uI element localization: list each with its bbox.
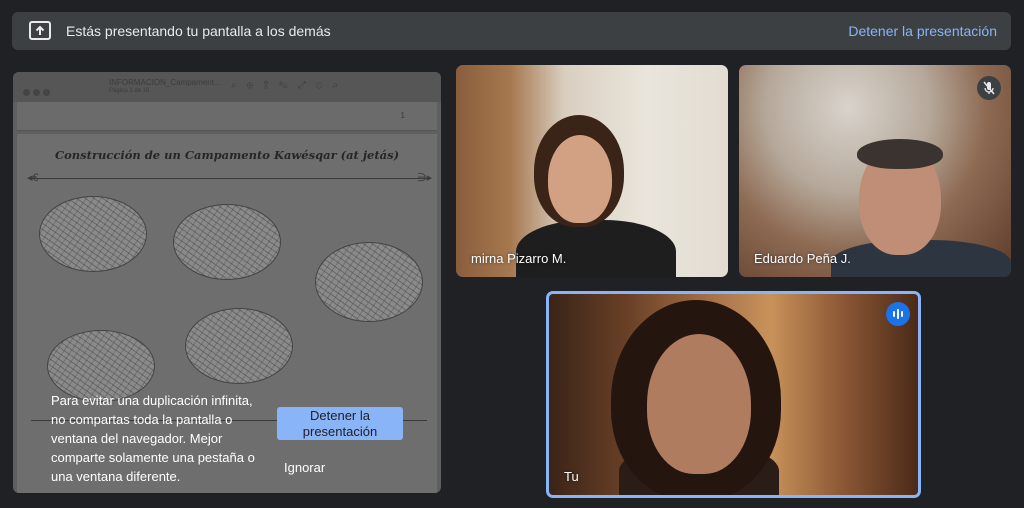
participant-video xyxy=(548,135,612,223)
ignore-button[interactable]: Ignorar xyxy=(284,460,325,475)
sketch-illustration xyxy=(39,196,147,272)
mic-off-icon xyxy=(977,76,1001,100)
page-number: 1 xyxy=(400,111,405,120)
document-title: Construcción de un Campamento Kawésqar (… xyxy=(54,148,400,162)
window-controls xyxy=(23,83,53,101)
participant-video xyxy=(647,334,751,474)
ornament-right-icon: ∋▸ xyxy=(417,172,433,184)
speaking-indicator-icon xyxy=(886,302,910,326)
participant-tile-eduardo[interactable]: Eduardo Peña J. xyxy=(739,65,1011,277)
participant-name: Tu xyxy=(564,469,579,484)
ornament-left-icon: ◂€ xyxy=(27,172,39,184)
participant-name: mirna Pizarro M. xyxy=(471,251,567,266)
divider xyxy=(31,178,427,179)
document-page-count: Página 1 de 16 xyxy=(109,88,150,94)
participant-video xyxy=(516,220,676,277)
sketch-illustration xyxy=(185,308,293,384)
participant-tile-self[interactable]: Tu xyxy=(546,291,921,498)
screen-share-preview: INFORMACION_Campament... Página 1 de 16 … xyxy=(13,72,441,493)
stop-presenting-link[interactable]: Detener la presentación xyxy=(848,23,997,39)
sketch-illustration xyxy=(315,242,423,322)
participant-video xyxy=(857,139,943,169)
toolbar-icons: ⌕⊕⇪✎⤢⊙⌕ xyxy=(231,80,348,91)
participant-tile-mirna[interactable]: mirna Pizarro M. xyxy=(456,65,728,277)
document-name: INFORMACION_Campament... xyxy=(109,78,221,87)
present-to-all-icon xyxy=(29,21,51,40)
stop-presenting-button[interactable]: Detener la presentación xyxy=(277,407,403,440)
presenting-message: Estás presentando tu pantalla a los demá… xyxy=(66,23,331,39)
sketch-illustration xyxy=(173,204,281,280)
document-toolbar: INFORMACION_Campament... Página 1 de 16 … xyxy=(13,72,441,102)
infinite-mirror-warning: Para evitar una duplicación infinita, no… xyxy=(51,393,255,484)
document-header-bar: 1 xyxy=(17,102,437,131)
participant-name: Eduardo Peña J. xyxy=(754,251,851,266)
presenting-banner: Estás presentando tu pantalla a los demá… xyxy=(12,12,1011,50)
